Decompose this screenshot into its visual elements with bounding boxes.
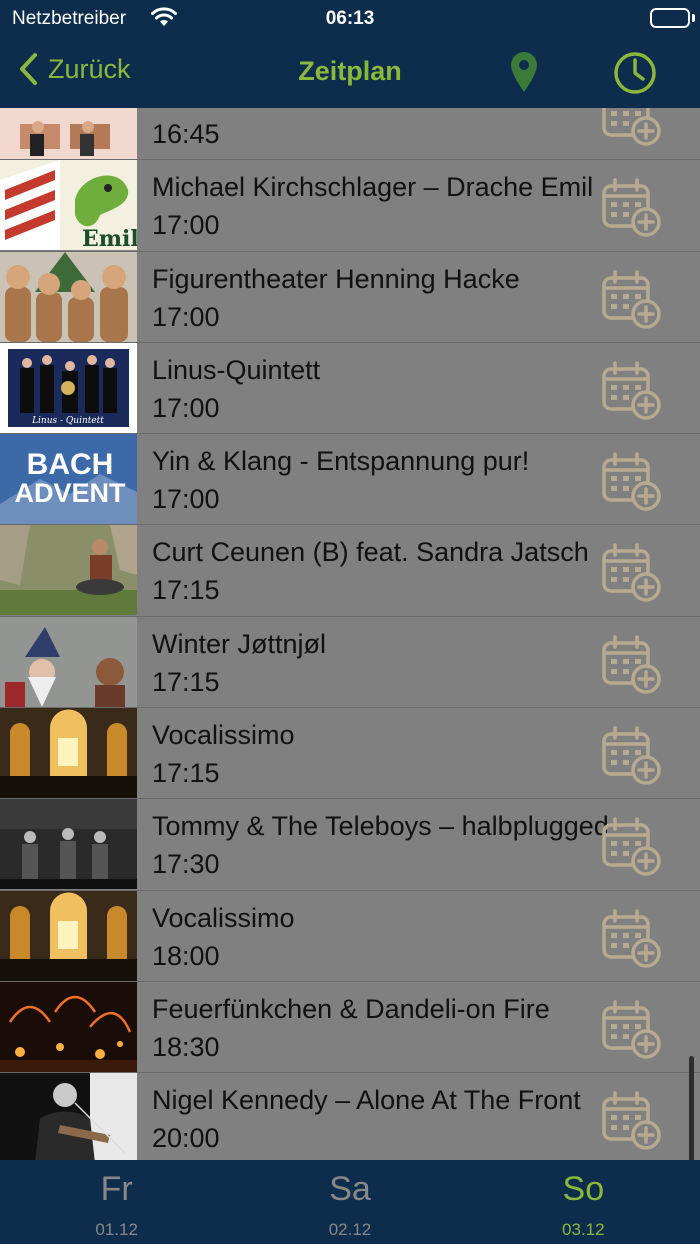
tab-date-label: 03.12 (562, 1220, 605, 1239)
tab-day-label: Sa (329, 1170, 371, 1208)
event-time: 20:00 (152, 1123, 220, 1154)
event-row[interactable]: Emil Michael Kirchschlager – Drache Emil… (0, 160, 700, 252)
svg-text:ADVENT: ADVENT (14, 478, 126, 508)
calendar-plus-icon (600, 108, 664, 153)
event-title: Yin & Klang - Entspannung pur! (152, 446, 530, 477)
event-time: 17:00 (152, 301, 220, 332)
calendar-plus-icon (600, 543, 664, 609)
add-to-calendar-button[interactable] (600, 541, 664, 605)
add-to-calendar-button[interactable] (600, 450, 664, 514)
event-time: 18:00 (152, 940, 220, 971)
add-to-calendar-button[interactable] (600, 998, 664, 1062)
add-to-calendar-button[interactable] (600, 724, 664, 788)
event-thumbnail (0, 981, 137, 1072)
add-to-calendar-button[interactable] (600, 359, 664, 423)
event-row[interactable]: BACH ADVENT Yin & Klang - Entspannung pur… (0, 434, 700, 526)
event-title: Nigel Kennedy – Alone At The Front (152, 1085, 581, 1116)
add-to-calendar-button[interactable] (600, 268, 664, 332)
map-pin-icon (511, 52, 537, 92)
event-thumbnail: Emil (0, 160, 137, 251)
tab-day-label: So (562, 1170, 605, 1208)
event-row[interactable]: Curt Ceunen (B) feat. Sandra Jatsch 17:1… (0, 525, 700, 617)
calendar-plus-icon (600, 452, 664, 518)
clock-icon (614, 52, 656, 94)
event-thumbnail (0, 799, 137, 890)
status-time: 06:13 (325, 8, 375, 29)
svg-text:Linus - Quintett: Linus - Quintett (31, 416, 104, 426)
add-to-calendar-button[interactable] (600, 1089, 664, 1153)
calendar-plus-icon (600, 726, 664, 792)
add-to-calendar-button[interactable] (600, 815, 664, 879)
add-to-calendar-button[interactable] (600, 176, 664, 240)
event-title: Vocalissimo (152, 902, 295, 933)
event-row[interactable]: Linus - Quintett Linus-Quintett 17:00 (0, 342, 700, 435)
calendar-plus-icon (600, 908, 664, 975)
event-row[interactable]: Vocalissimo 17:15 (0, 708, 700, 800)
event-time: 18:30 (152, 1031, 220, 1062)
event-thumbnail (0, 1073, 137, 1160)
event-time: 17:00 (152, 484, 220, 515)
time-filter-button[interactable] (612, 50, 658, 101)
back-button-label: Zurück (48, 53, 131, 84)
calendar-plus-icon (600, 269, 664, 336)
event-thumbnail (0, 708, 137, 799)
event-time: 17:00 (152, 392, 220, 423)
event-thumbnail: Linus - Quintett (0, 342, 137, 433)
calendar-plus-icon (600, 178, 664, 244)
event-row[interactable]: Vocalissimo 18:00 (0, 890, 700, 982)
event-thumbnail (0, 108, 137, 159)
calendar-plus-icon (600, 817, 664, 883)
event-row[interactable]: Feuerfünkchen & Dandeli-on Fire 18:30 (0, 981, 700, 1074)
event-title: Linus-Quintett (152, 354, 321, 385)
event-time: 17:00 (152, 210, 220, 241)
event-time: 16:45 (152, 119, 220, 149)
svg-text:BACH: BACH (27, 448, 114, 481)
event-list[interactable]: 16:45 Emil Michael Kirchschlager – Drach… (0, 108, 700, 1160)
tab-day-label: Fr (100, 1170, 133, 1208)
event-row[interactable]: Tommy & The Teleboys – halbplugged 17:30 (0, 799, 700, 891)
event-row[interactable]: Figurentheater Henning Hacke 17:00 (0, 251, 700, 343)
calendar-plus-icon (600, 1000, 664, 1066)
tab-date-label: 02.12 (328, 1220, 372, 1239)
tab-date-label: 01.12 (95, 1220, 138, 1239)
status-bar: Netzbetreiber 06:13 (0, 0, 700, 40)
calendar-plus-icon (600, 1091, 664, 1157)
add-to-calendar-button[interactable] (600, 907, 664, 971)
event-title: Feuerfünkchen & Dandeli-on Fire (152, 993, 550, 1024)
event-thumbnail (0, 251, 137, 342)
battery-icon (650, 8, 690, 28)
event-row[interactable]: Winter Jøttnjøl 17:15 (0, 616, 700, 709)
event-thumbnail (0, 525, 137, 616)
event-title: Winter Jøttnjøl (152, 628, 327, 659)
calendar-plus-icon (600, 361, 664, 427)
add-to-calendar-button[interactable] (600, 108, 664, 149)
day-tab-02-12[interactable]: Sa 02.12 (233, 1160, 466, 1244)
navigation-bar: Zurück Zeitplan (0, 40, 700, 108)
event-row[interactable]: 16:45 (0, 108, 700, 161)
event-title: Tommy & The Teleboys – halbplugged (152, 811, 609, 842)
event-time: 17:15 (152, 575, 220, 606)
event-time: 17:30 (152, 849, 220, 880)
map-pin-button[interactable] (508, 50, 540, 99)
event-title: Curt Ceunen (B) feat. Sandra Jatsch (152, 537, 589, 568)
scrollbar[interactable] (689, 1056, 694, 1160)
event-title: Michael Kirchschlager – Drache Emil (152, 172, 594, 203)
day-tab-01-12[interactable]: Fr 01.12 (0, 1160, 233, 1244)
day-tab-03-12[interactable]: So 03.12 (467, 1160, 700, 1244)
event-time: 17:15 (152, 666, 220, 697)
event-row[interactable]: Nigel Kennedy – Alone At The Front 20:00 (0, 1073, 700, 1160)
calendar-plus-icon (600, 635, 664, 701)
event-thumbnail: BACH ADVENT (0, 434, 137, 525)
day-tab-bar: Fr 01.12 Sa 02.12 So 03.12 (0, 1160, 700, 1244)
chevron-left-icon (20, 53, 37, 85)
event-time: 17:15 (152, 758, 220, 789)
svg-text:Emil: Emil (82, 226, 137, 250)
event-thumbnail (0, 890, 137, 981)
back-button[interactable]: Zurück (18, 52, 131, 86)
event-title: Vocalissimo (152, 720, 295, 751)
event-title: Figurentheater Henning Hacke (152, 263, 520, 294)
event-thumbnail (0, 616, 137, 707)
add-to-calendar-button[interactable] (600, 633, 664, 697)
